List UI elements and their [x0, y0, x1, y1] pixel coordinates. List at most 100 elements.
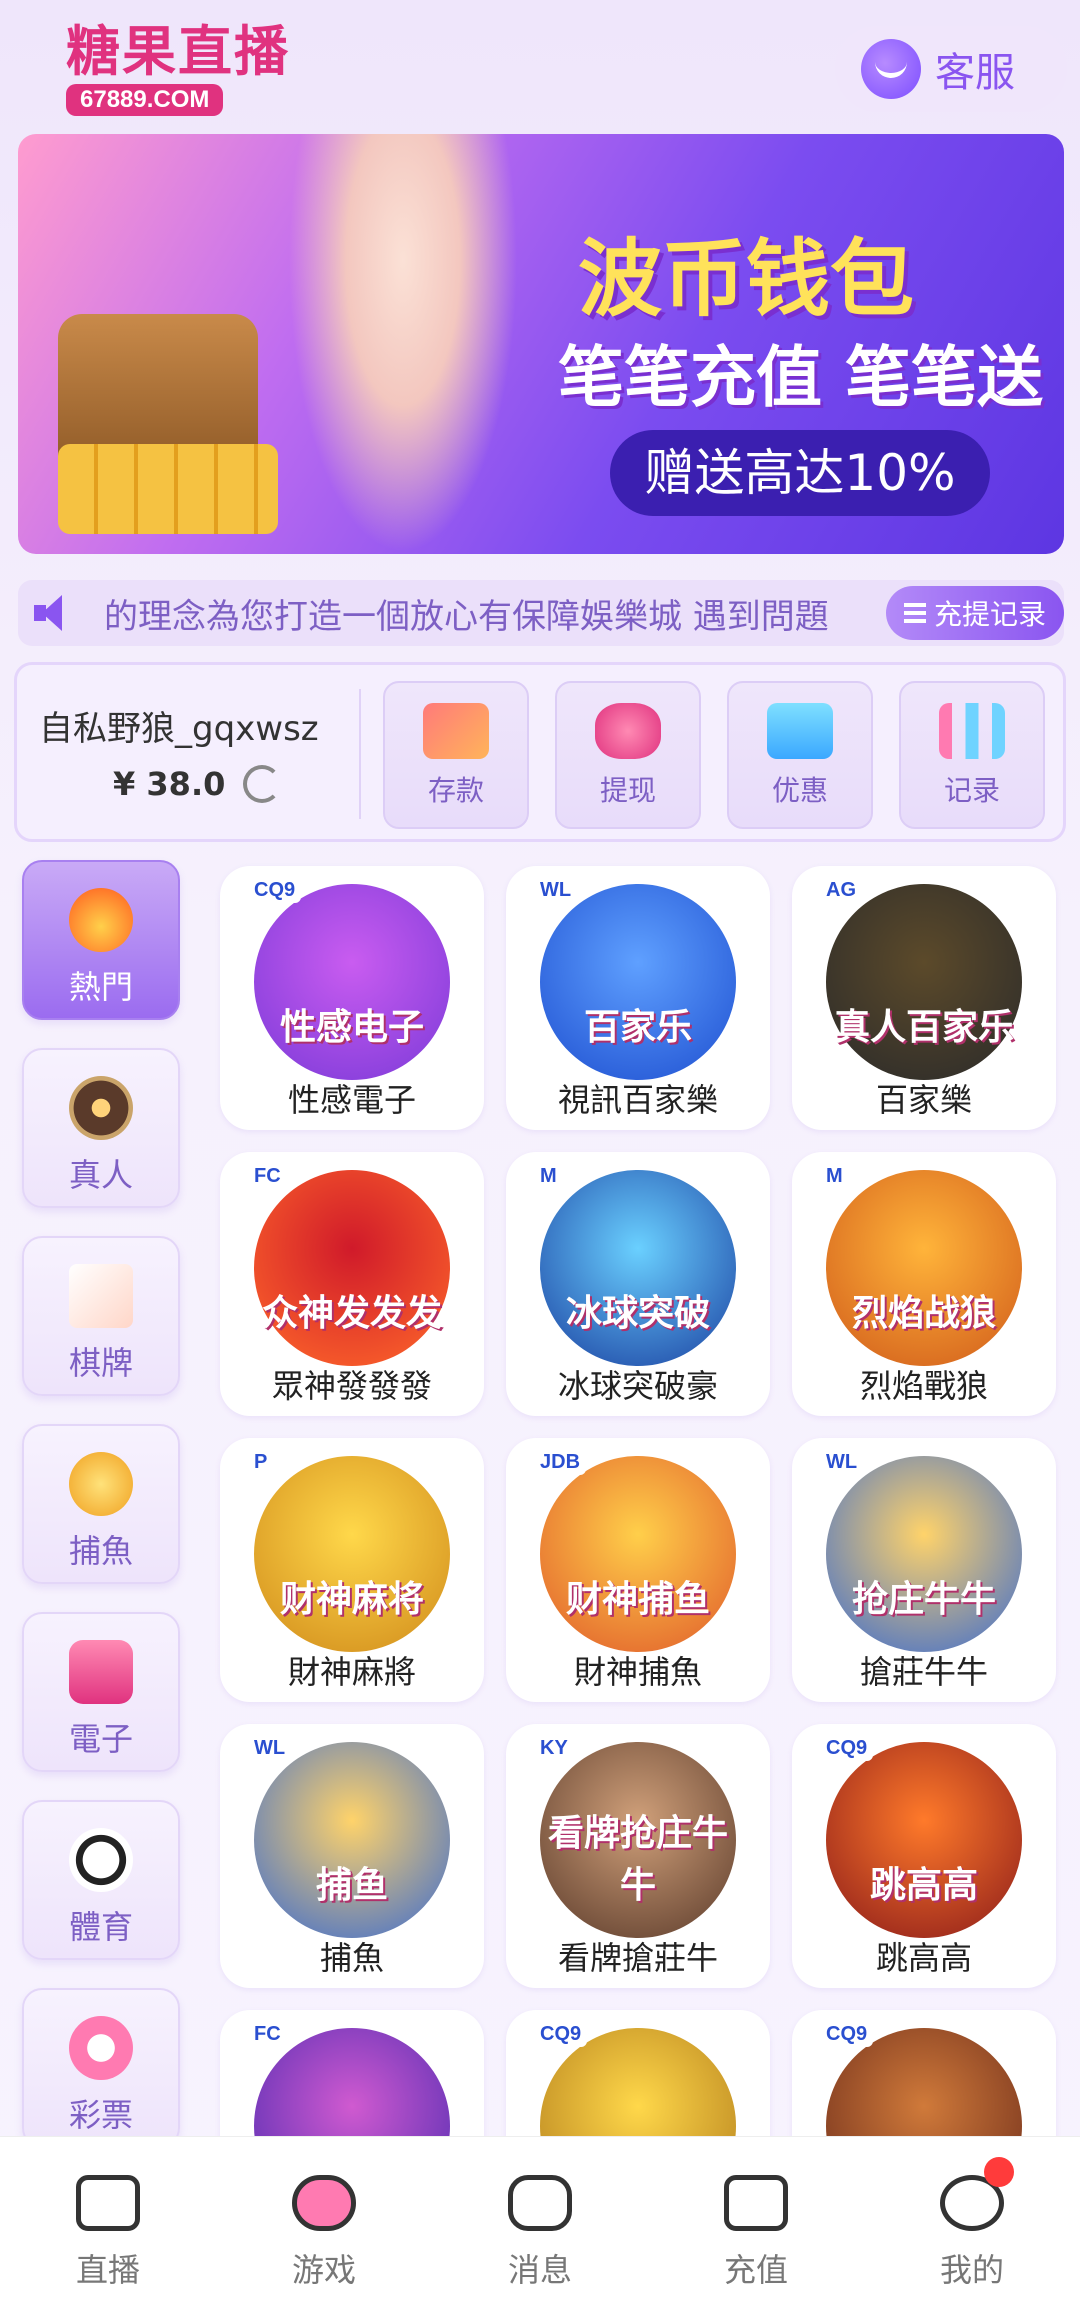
fire-icon [69, 888, 133, 952]
game-card[interactable]: WL 抢庄牛牛搶莊牛牛 [792, 1438, 1056, 1702]
category-fishing[interactable]: 捕魚 [22, 1424, 180, 1584]
category-sports[interactable]: 體育 [22, 1800, 180, 1960]
game-card[interactable]: M 烈焰战狼烈焰戰狼 [792, 1152, 1056, 1416]
provider-tag: WL [248, 1736, 292, 1761]
game-label: 搶莊牛牛 [859, 1653, 988, 1691]
game-art-title: 抢庄牛牛 [851, 1579, 996, 1620]
provider-tag: WL [534, 878, 578, 903]
record-button[interactable]: 记录 [899, 681, 1045, 829]
game-card[interactable]: WL 百家乐視訊百家樂 [506, 866, 770, 1130]
game-card[interactable]: P 财神麻将 財神麻將 [220, 1438, 484, 1702]
money-bag-icon [595, 703, 661, 759]
tab-label: 消息 [507, 2251, 572, 2289]
provider-tag: M [534, 1164, 563, 1189]
notification-badge [984, 2157, 1014, 2187]
slot-machine-icon [69, 1640, 133, 1704]
game-thumbnail: CQ9 性感电子 [248, 878, 450, 1080]
category-hot[interactable]: 熱門 [22, 860, 180, 1020]
headset-icon [861, 39, 921, 99]
tab-games[interactable]: 游戏 [216, 2137, 432, 2320]
category-label: 真人 [68, 1156, 133, 1194]
game-label: 看牌搶莊牛 [557, 1939, 718, 1977]
divider [359, 689, 361, 819]
promotion-label: 优惠 [771, 774, 828, 807]
tab-live[interactable]: 直播 [0, 2137, 216, 2320]
game-thumbnail: KY 看牌抢庄牛牛 [534, 1736, 736, 1938]
provider-tag: WL [820, 1450, 864, 1475]
game-card[interactable]: WL 捕鱼 捕魚 [220, 1724, 484, 1988]
wallet-icon [724, 2175, 788, 2231]
category-live[interactable]: 真人 [22, 1048, 180, 1208]
category-label: 熱門 [68, 968, 133, 1006]
tab-recharge[interactable]: 充值 [648, 2137, 864, 2320]
game-thumbnail: P 财神麻将 [248, 1450, 450, 1652]
promo-banner[interactable]: 波币钱包 笔笔充值 笔笔送 赠送高达10% [18, 134, 1064, 554]
gift-icon [767, 703, 833, 759]
withdraw-label: 提现 [599, 774, 656, 807]
game-card[interactable]: AG 真人百家乐 百家樂 [792, 866, 1056, 1130]
header: 糖果直播 67889.COM 客服 [0, 0, 1080, 130]
category-slots[interactable]: 電子 [22, 1612, 180, 1772]
category-cards[interactable]: 棋牌 [22, 1236, 180, 1396]
banner-title: 波币钱包 [578, 230, 915, 328]
game-card[interactable]: KY 看牌抢庄牛牛 看牌搶莊牛 [506, 1724, 770, 1988]
fish-icon [69, 1452, 133, 1516]
deposit-button[interactable]: 存款 [383, 681, 529, 829]
game-label: 眾神發發發 [271, 1367, 432, 1405]
poker-card-icon [69, 1264, 133, 1328]
logo-domain: 67889.COM [66, 84, 224, 116]
game-thumbnail: WL 抢庄牛牛 [820, 1450, 1022, 1652]
game-label: 跳高高 [875, 1939, 972, 1977]
tab-label: 直播 [75, 2251, 140, 2289]
chip-icon [69, 1076, 133, 1140]
tab-label: 充值 [723, 2251, 788, 2289]
tab-profile[interactable]: 我的 [864, 2137, 1080, 2320]
game-label: 冰球突破豪 [557, 1367, 718, 1405]
provider-tag: FC [248, 1164, 287, 1189]
lottery-ball-icon [69, 2016, 133, 2080]
customer-service-label: 客服 [935, 50, 1015, 96]
banner-subtitle: 笔笔充值 笔笔送 [558, 339, 1043, 416]
game-card[interactable]: JDB 财神捕鱼 財神捕魚 [506, 1438, 770, 1702]
customer-service-button[interactable]: 客服 [835, 26, 1067, 112]
tab-messages[interactable]: 消息 [432, 2137, 648, 2320]
provider-tag: CQ9 [820, 2022, 874, 2047]
game-card[interactable]: CQ9 跳高高 跳高高 [792, 1724, 1056, 1988]
category-lottery[interactable]: 彩票 [22, 1988, 180, 2148]
promotion-button[interactable]: 优惠 [727, 681, 873, 829]
game-art-title: 烈焰战狼 [851, 1293, 996, 1334]
card-icon [423, 703, 489, 759]
deposit-withdraw-record-button[interactable]: 充提记录 [885, 586, 1064, 640]
soccer-ball-icon [69, 1828, 133, 1892]
game-art-title: 百家乐 [583, 1007, 692, 1048]
game-card[interactable]: M 冰球突破 冰球突破豪 [506, 1152, 770, 1416]
game-label: 性感電子 [287, 1081, 416, 1119]
record-button-label: 充提记录 [933, 598, 1046, 631]
provider-tag: CQ9 [248, 878, 302, 903]
game-label: 烈焰戰狼 [859, 1367, 988, 1405]
provider-tag: KY [534, 1736, 574, 1761]
username: 自私野狼_gqxwsz [39, 709, 319, 749]
provider-tag: CQ9 [820, 1736, 874, 1761]
game-card[interactable]: FC 众神发发发 眾神發發發 [220, 1152, 484, 1416]
provider-tag: AG [820, 878, 862, 903]
provider-tag: M [820, 1164, 849, 1189]
camera-icon [76, 2175, 140, 2231]
announcement-marquee[interactable]: 的理念為您打造一個放心有保障娛樂城 遇到問題 充提记录 [18, 580, 1064, 646]
banner-model-image [288, 134, 518, 554]
refresh-icon[interactable] [243, 765, 281, 803]
game-thumbnail: AG 真人百家乐 [820, 878, 1022, 1080]
game-art-title: 性感电子 [279, 1007, 424, 1048]
bar-chart-icon [939, 703, 1005, 759]
game-art-title: 财神麻将 [279, 1579, 424, 1620]
game-label: 百家樂 [875, 1081, 972, 1119]
category-label: 體育 [68, 1908, 133, 1946]
game-label: 視訊百家樂 [557, 1081, 718, 1119]
withdraw-button[interactable]: 提现 [555, 681, 701, 829]
provider-tag: JDB [534, 1450, 587, 1475]
game-card[interactable]: CQ9 性感电子性感電子 [220, 866, 484, 1130]
category-label: 捕魚 [68, 1532, 133, 1570]
chat-icon [508, 2175, 572, 2231]
speaker-icon [34, 593, 84, 633]
game-label: 財神捕魚 [573, 1653, 702, 1691]
